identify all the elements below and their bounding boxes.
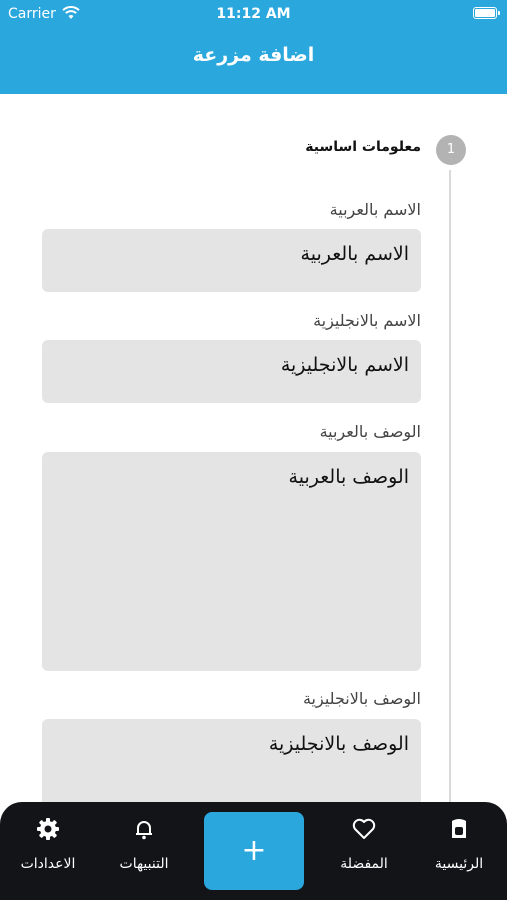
- battery-icon: [473, 7, 500, 19]
- nav-home-label: الرئيسية: [434, 856, 484, 872]
- home-icon: [452, 819, 466, 838]
- nav-settings-label: الاعدادات: [20, 856, 76, 872]
- nav-favorites[interactable]: المفضلة: [316, 812, 412, 888]
- desc-en-label: الوصف بالانجليزية: [302, 689, 421, 708]
- step-number-badge[interactable]: 1: [436, 135, 466, 165]
- step-title: معلومات اساسية: [305, 139, 421, 155]
- name-en-label: الاسم بالانجليزية: [313, 311, 421, 330]
- nav-settings[interactable]: الاعدادات: [0, 812, 96, 888]
- name-en-input[interactable]: الاسم بالانجليزية: [42, 340, 421, 403]
- nav-notifications-label: التنبيهات: [119, 856, 169, 872]
- nav-home[interactable]: الرئيسية: [411, 812, 507, 888]
- desc-ar-label: الوصف بالعربية: [319, 422, 421, 441]
- page-title: اضافة مزرعة: [192, 44, 315, 66]
- bottom-nav: الرئيسية المفضلة + التنبيهات الاعدادات: [0, 802, 507, 900]
- heart-icon: [352, 818, 376, 839]
- name-ar-label: الاسم بالعربية: [329, 200, 421, 219]
- app-header: Carrier 11:12 AM اضافة مزرعة: [0, 0, 507, 94]
- add-button[interactable]: +: [204, 812, 304, 890]
- status-time: 11:12 AM: [216, 6, 291, 22]
- bell-icon: [136, 821, 152, 840]
- stepper-line: [449, 170, 451, 810]
- name-ar-input[interactable]: الاسم بالعربية: [42, 229, 421, 292]
- status-bar: Carrier 11:12 AM: [0, 0, 507, 28]
- nav-notifications[interactable]: التنبيهات: [96, 812, 192, 888]
- nav-favorites-label: المفضلة: [340, 856, 388, 872]
- gear-icon: [37, 818, 59, 840]
- desc-ar-textarea[interactable]: الوصف بالعربية: [42, 452, 421, 671]
